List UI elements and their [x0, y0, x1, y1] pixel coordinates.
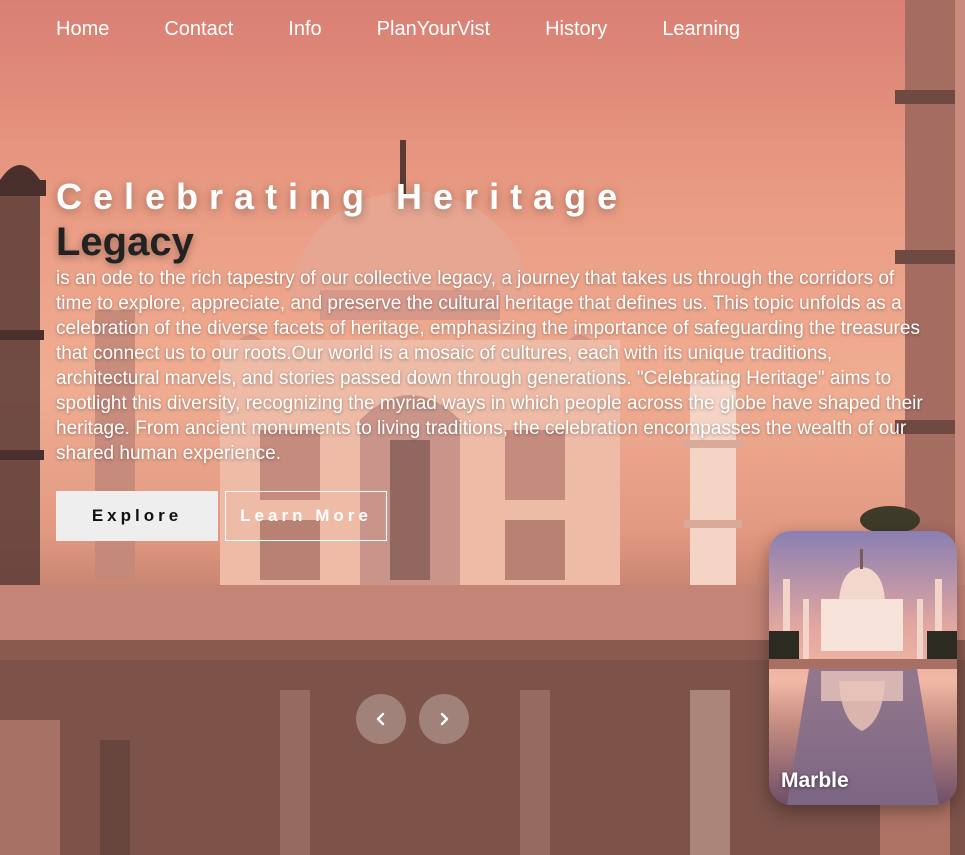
nav-item-info[interactable]: Info — [288, 18, 321, 41]
nav-item-learning[interactable]: Learning — [662, 18, 740, 41]
card-image — [769, 531, 957, 805]
nav-item-history[interactable]: History — [545, 18, 607, 41]
slider-controls — [356, 694, 482, 744]
main-nav: Home Contact Info PlanYourVist History L… — [56, 18, 795, 41]
nav-item-contact[interactable]: Contact — [164, 18, 233, 41]
next-slide-button[interactable] — [419, 694, 469, 744]
card-label: Marble — [781, 769, 849, 792]
nav-item-home[interactable]: Home — [56, 18, 109, 41]
hero-description: is an ode to the rich tapestry of our co… — [56, 268, 923, 464]
thumbnail-card-marble[interactable]: Marble — [769, 531, 957, 805]
chevron-right-icon — [440, 712, 449, 726]
hero-subtitle: Legacy — [56, 220, 194, 264]
nav-item-plan-your-visit[interactable]: PlanYourVist — [377, 18, 490, 41]
chevron-left-icon — [376, 712, 385, 726]
explore-button[interactable]: Explore — [56, 491, 218, 541]
learn-more-button[interactable]: Learn More — [225, 491, 387, 541]
prev-slide-button[interactable] — [356, 694, 406, 744]
hero-title: Celebrating Heritage — [56, 176, 629, 217]
hero-content: Celebrating Heritage Legacy is an ode to… — [56, 176, 936, 541]
